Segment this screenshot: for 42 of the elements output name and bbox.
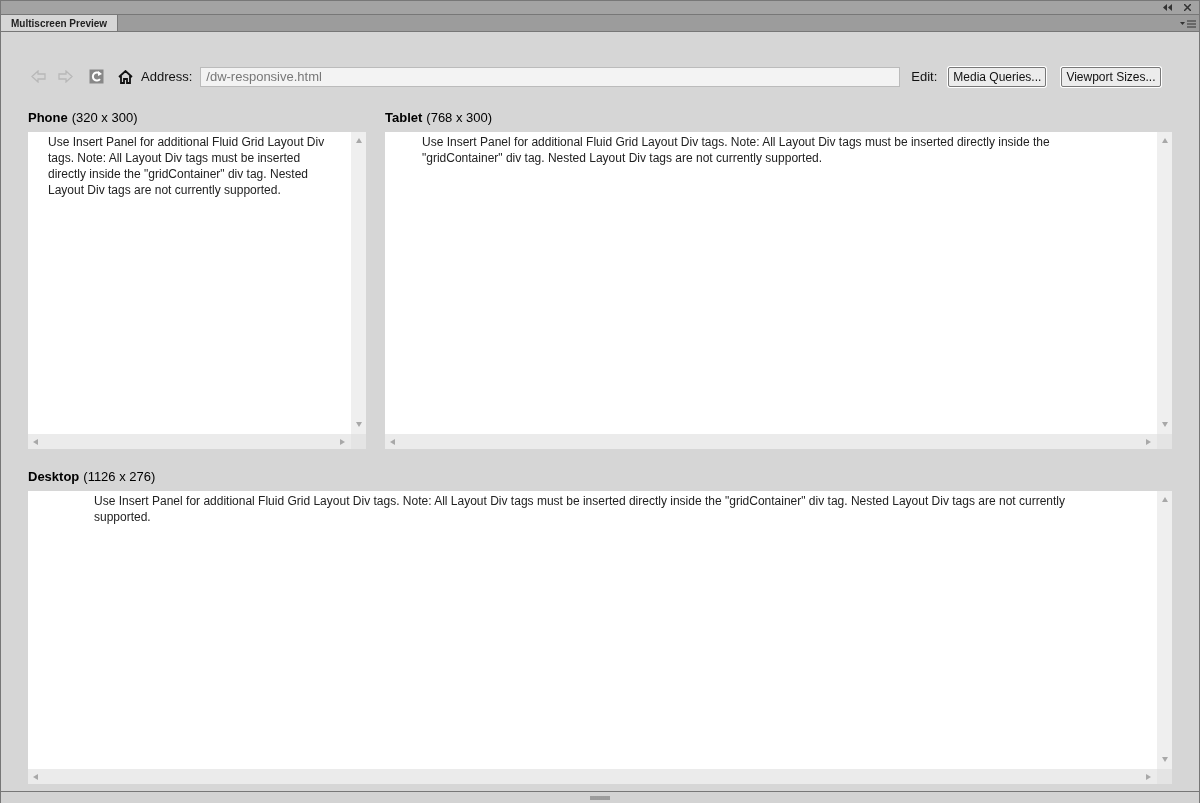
toolbar-button[interactable]: Media Queries... <box>948 66 1047 87</box>
horizontal-scrollbar[interactable] <box>385 434 1157 449</box>
vertical-scrollbar[interactable] <box>351 132 366 434</box>
scroll-down-icon[interactable] <box>354 421 363 429</box>
scroll-down-icon[interactable] <box>1160 421 1169 429</box>
preview-title: Tablet <box>385 109 423 128</box>
preview-text: Use Insert Panel for additional Fluid Grid Layout Div tags. Note: All Layout Div tags must be inserted directly inside the "gridContainer" div tag. Nested Layout Div tags are not currently supported. <box>48 134 326 198</box>
horizontal-scrollbar[interactable] <box>28 769 1157 784</box>
preview-size: (768 x 300) <box>426 109 493 128</box>
toolbar-button[interactable]: Viewport Sizes... <box>1061 66 1161 87</box>
preview-title: Desktop <box>28 468 80 487</box>
preview-size: (320 x 300) <box>71 109 138 128</box>
scroll-right-icon[interactable] <box>1145 772 1153 781</box>
vertical-scrollbar[interactable] <box>1157 132 1172 434</box>
vertical-scrollbar[interactable] <box>1157 491 1172 769</box>
scroll-right-icon[interactable] <box>339 437 347 446</box>
scroll-left-icon[interactable] <box>389 437 397 446</box>
scroll-left-icon[interactable] <box>32 437 40 446</box>
panel-tab[interactable]: Multiscreen Preview <box>1 15 119 31</box>
resize-grip-icon[interactable] <box>590 795 610 800</box>
scrollbar-corner <box>1157 769 1172 784</box>
address-field[interactable]: /dw-responsive.html <box>200 66 901 87</box>
collapse-icon[interactable] <box>1163 4 1172 11</box>
menu-icon[interactable] <box>1180 20 1196 28</box>
preview-text: Use Insert Panel for additional Fluid Grid Layout Div tags. Note: All Layout Div tags must be inserted directly inside the "gridContainer" div tag. Nested Layout Div tags are not currently supported. <box>422 134 1051 166</box>
preview-title: Phone <box>28 109 68 128</box>
scroll-down-icon[interactable] <box>1160 756 1169 764</box>
horizontal-scrollbar[interactable] <box>28 434 351 449</box>
preview-text: Use Insert Panel for additional Fluid Grid Layout Div tags. Note: All Layout Div tags must be inserted directly inside the "gridContainer" div tag. Nested Layout Div tags are not currently supported. <box>94 493 1066 525</box>
close-icon[interactable] <box>1184 4 1191 11</box>
scroll-left-icon[interactable] <box>32 772 40 781</box>
scroll-up-icon[interactable] <box>354 137 363 145</box>
home-icon[interactable] <box>118 69 133 84</box>
scroll-up-icon[interactable] <box>1160 137 1169 145</box>
preview-size: (1126 x 276) <box>83 468 156 487</box>
edit-label: Edit: <box>911 67 938 86</box>
address-label: Address: <box>141 67 193 86</box>
refresh-icon[interactable] <box>89 69 104 84</box>
scroll-right-icon[interactable] <box>1145 437 1153 446</box>
scrollbar-corner <box>1157 434 1172 449</box>
scrollbar-corner <box>351 434 366 449</box>
scroll-up-icon[interactable] <box>1160 496 1169 504</box>
